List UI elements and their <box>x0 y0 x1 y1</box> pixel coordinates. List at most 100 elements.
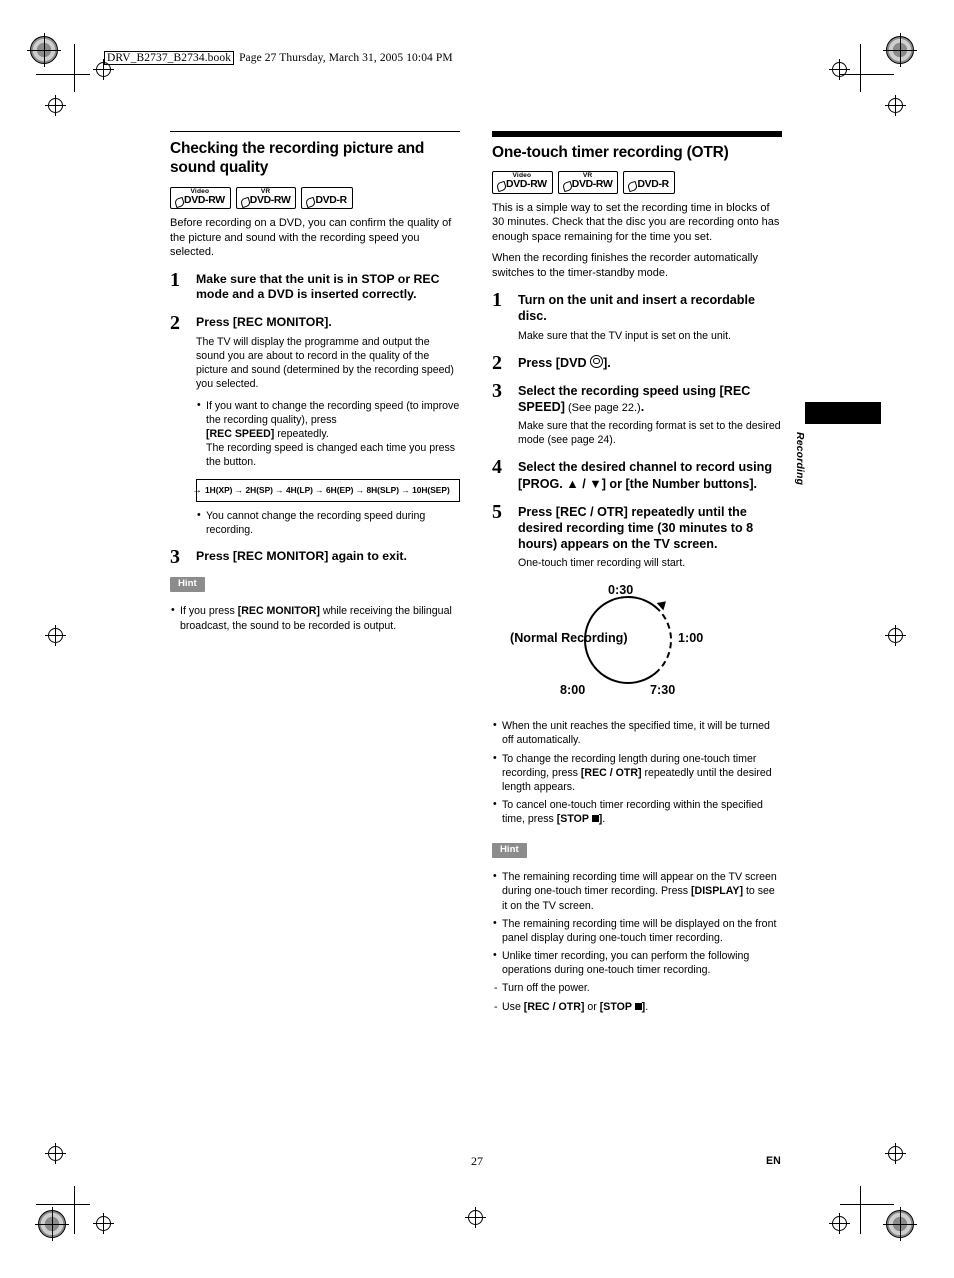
step-heading-pre: Press [DVD <box>518 355 591 370</box>
left-column: Checking the recording picture and sound… <box>170 131 460 637</box>
flow-lead-arrow: → <box>192 484 202 496</box>
step-heading: Press [REC MONITOR]. <box>196 315 332 330</box>
otr-label-0-30: 0:30 <box>608 583 634 598</box>
step-detail: Make sure that the recording format is s… <box>518 420 781 447</box>
step-number: 1 <box>492 289 502 312</box>
right-intro-paragraph-2: When the recording finishes the recorder… <box>492 252 758 279</box>
otr-cycle-diagram: 0:30 1:00 7:30 8:00 (Normal Recording) <box>510 582 760 712</box>
bullet-item: If you want to change the recording spee… <box>196 398 460 470</box>
disc-badge-bottom-label: DVD-R <box>628 179 669 190</box>
disc-badge-vr-dvd-rw: VR DVD-RW <box>557 171 619 194</box>
stop-square-icon <box>591 815 599 823</box>
left-step-2-bullets-after: You cannot change the recording speed du… <box>196 508 460 537</box>
step-number: 2 <box>170 312 180 335</box>
step-heading-tail: . <box>640 399 645 414</box>
right-step-1: 1 Turn on the unit and insert a recordab… <box>492 289 782 342</box>
crop-mark-bottom-center <box>465 1207 486 1228</box>
step-heading: Press [REC MONITOR] again to exit. <box>196 549 407 564</box>
disc-badge-video-dvd-rw: Video DVD-RW <box>492 171 553 194</box>
crop-mark-bottom-right <box>829 1213 850 1234</box>
step-heading: Select the recording speed using [REC SP… <box>518 383 782 415</box>
right-step-5: 5 Press [REC / OTR] repeatedly until the… <box>492 501 782 571</box>
bullet-item: The remaining recording time will be dis… <box>492 916 782 945</box>
step-detail: The TV will display the programme and ou… <box>196 335 454 391</box>
corner-rule-top-left-v <box>74 44 75 92</box>
bullet-item: You cannot change the recording speed du… <box>196 508 460 537</box>
corner-rule-bottom-right-v <box>860 1186 861 1234</box>
step-detail: Make sure that the TV input is set on th… <box>518 329 731 342</box>
bullet-item: To change the recording length during on… <box>492 751 782 795</box>
language-mark: EN <box>766 1155 781 1167</box>
book-header-rest: Page 27 Thursday, March 31, 2005 10:04 P… <box>239 52 453 64</box>
corner-rule-top-right-v <box>860 44 861 92</box>
left-hint-tag: Hint <box>170 576 205 593</box>
bullet-item-dash: Use [REC / OTR] or [STOP ]. <box>492 1000 782 1014</box>
bullet-item-dash: Turn off the power. <box>492 981 782 995</box>
left-disc-badges: Video DVD-RW VR DVD-RW DVD-R <box>170 186 460 210</box>
corner-rule-bottom-left-v <box>74 1186 75 1234</box>
disc-badge-video-dvd-rw: Video DVD-RW <box>170 186 231 210</box>
disc-badge-bottom-label: DVD-RW <box>175 195 225 206</box>
bullet-item: When the unit reaches the specified time… <box>492 718 782 747</box>
corner-rule-top-left-h <box>36 74 90 75</box>
left-step-3: 3 Press [REC MONITOR] again to exit. <box>170 546 460 568</box>
step-heading: Press [DVD ]. <box>518 354 782 371</box>
dvd-button-icon <box>590 354 604 368</box>
corner-rule-bottom-left-h <box>36 1204 90 1205</box>
corner-rule-bottom-right-h <box>840 1204 894 1205</box>
step-number: 3 <box>170 546 180 569</box>
step-heading: Turn on the unit and insert a recordable… <box>518 293 755 324</box>
recording-speed-flow-box: → 1H(XP) → 2H(SP) → 4H(LP) → 6H(EP) → 8H… <box>192 478 460 502</box>
otr-label-1-00: 1:00 <box>678 631 704 646</box>
disc-badge-dvd-r: DVD-R <box>623 171 675 194</box>
section-tab-marker <box>805 402 881 424</box>
otr-label-8-00: 8:00 <box>560 683 586 698</box>
recording-speed-sequence: 1H(XP) → 2H(SP) → 4H(LP) → 6H(EP) → 8H(S… <box>205 484 450 495</box>
page-number: 27 <box>471 1154 483 1168</box>
step-heading: Make sure that the unit is in STOP or RE… <box>196 271 440 302</box>
step-heading-reference: (See page 22.) <box>564 401 641 414</box>
step-detail: One-touch timer recording will start. <box>518 557 686 570</box>
right-disc-badges: Video DVD-RW VR DVD-RW DVD-R <box>492 171 782 194</box>
right-hint-list: The remaining recording time will appear… <box>492 869 782 1014</box>
section-tab-label: Recording <box>794 432 805 486</box>
left-intro-paragraph: Before recording on a DVD, you can confi… <box>170 217 452 259</box>
otr-label-7-30: 7:30 <box>650 683 676 698</box>
registration-mark-top-right <box>883 33 917 67</box>
crop-mark-right-upper <box>885 95 906 116</box>
left-step-2: 2 Press [REC MONITOR]. The TV will displ… <box>170 312 460 537</box>
stop-square-icon <box>634 1002 642 1010</box>
right-step-4: 4 Select the desired channel to record u… <box>492 456 782 491</box>
bullet-item: The remaining recording time will appear… <box>492 869 782 913</box>
document-header-line: DRV_B2737_B2734.book Page 27 Thursday, M… <box>104 51 453 65</box>
disc-badge-vr-dvd-rw: VR DVD-RW <box>235 186 297 210</box>
step-number: 4 <box>492 456 502 479</box>
right-title-rule <box>492 131 782 137</box>
book-filename: DRV_B2737_B2734.book <box>104 51 235 65</box>
step-heading: Select the desired channel to record usi… <box>518 460 773 491</box>
disc-badge-bottom-label: DVD-RW <box>563 179 613 190</box>
right-section-title: One-touch timer recording (OTR) <box>492 144 729 161</box>
right-step-3: 3 Select the recording speed using [REC … <box>492 380 782 448</box>
step-number: 2 <box>492 351 502 374</box>
bullet-item: To cancel one-touch timer recording with… <box>492 797 782 826</box>
disc-badge-bottom-label: DVD-RW <box>497 179 547 190</box>
left-hint-list: If you press [REC MONITOR] while receivi… <box>170 603 460 632</box>
right-notes-list: When the unit reaches the specified time… <box>492 718 782 826</box>
corner-rule-top-right-h <box>840 74 894 75</box>
disc-badge-bottom-label: DVD-R <box>306 195 347 206</box>
registration-mark-bottom-right <box>883 1207 917 1241</box>
right-column: One-touch timer recording (OTR) Video DV… <box>492 131 782 1018</box>
step-number: 5 <box>492 500 502 523</box>
right-step-2: 2 Press [DVD ]. <box>492 352 782 374</box>
right-hint-tag: Hint <box>492 842 527 859</box>
step-heading-post: ]. <box>603 355 611 370</box>
step-number: 3 <box>492 379 502 402</box>
crop-mark-left-upper <box>45 95 66 116</box>
disc-badge-dvd-r: DVD-R <box>301 186 353 210</box>
crop-mark-right-mid <box>885 625 906 646</box>
registration-mark-bottom-left <box>35 1207 69 1241</box>
left-step-1: 1 Make sure that the unit is in STOP or … <box>170 269 460 303</box>
otr-label-normal-recording: (Normal Recording) <box>510 631 628 646</box>
crop-mark-bottom-left <box>93 1213 114 1234</box>
